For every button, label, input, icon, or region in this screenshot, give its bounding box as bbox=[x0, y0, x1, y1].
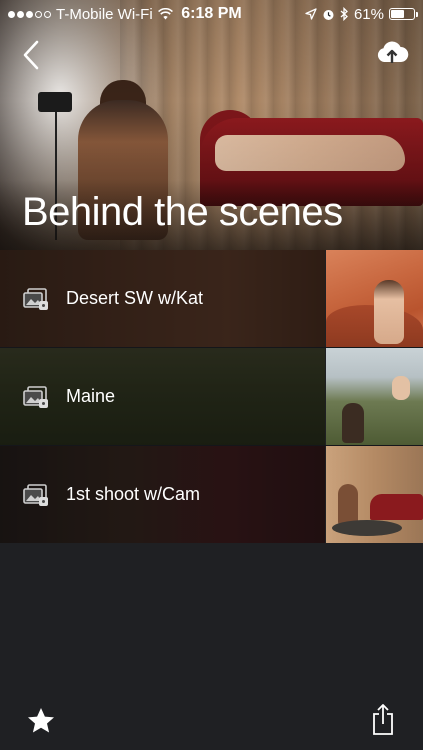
album-name: Maine bbox=[66, 386, 116, 406]
thumbnail-figure bbox=[342, 403, 364, 443]
chevron-left-icon bbox=[23, 40, 39, 70]
signal-dot bbox=[17, 10, 24, 18]
location-arrow-icon bbox=[305, 8, 317, 20]
battery-icon bbox=[389, 8, 418, 20]
status-bar: T-Mobile Wi-Fi 6:18 PM 61% bbox=[0, 0, 423, 28]
share-button[interactable] bbox=[370, 702, 396, 736]
bluetooth-icon bbox=[340, 7, 348, 21]
shared-album-icon bbox=[23, 484, 48, 506]
list-item[interactable]: 1st shoot w/Cam bbox=[0, 446, 423, 544]
thumbnail-figure bbox=[392, 376, 410, 400]
bottom-toolbar bbox=[0, 692, 423, 750]
signal-dot bbox=[44, 10, 51, 18]
signal-strength-icon bbox=[8, 10, 51, 18]
signal-dot bbox=[35, 10, 42, 18]
album-thumbnail bbox=[326, 250, 423, 347]
thumbnail-sofa bbox=[370, 494, 423, 520]
share-icon bbox=[373, 704, 393, 735]
album-name: Desert SW w/Kat bbox=[66, 288, 204, 308]
list-item[interactable]: Desert SW w/Kat bbox=[0, 250, 423, 348]
favorite-button[interactable] bbox=[26, 706, 56, 736]
back-button[interactable] bbox=[18, 38, 48, 72]
page-title: Behind the scenes bbox=[22, 190, 343, 234]
star-icon bbox=[28, 708, 54, 733]
battery-level bbox=[391, 10, 405, 18]
album-thumbnail bbox=[326, 348, 423, 445]
shared-album-icon bbox=[23, 288, 48, 310]
thumbnail-figure bbox=[374, 280, 404, 344]
album-list: Desert SW w/Kat Maine 1st shoot w/Cam bbox=[0, 250, 423, 544]
battery-percent: 61% bbox=[353, 5, 384, 23]
status-right: 61% bbox=[305, 5, 418, 23]
signal-dot bbox=[8, 10, 15, 18]
carrier-label: T-Mobile Wi-Fi bbox=[56, 5, 153, 23]
thumbnail-table bbox=[332, 520, 402, 536]
alarm-clock-icon bbox=[323, 9, 334, 20]
status-left: T-Mobile Wi-Fi bbox=[8, 6, 173, 23]
shared-album-icon bbox=[23, 386, 48, 408]
list-item[interactable]: Maine bbox=[0, 348, 423, 446]
album-thumbnail bbox=[326, 446, 423, 543]
status-time: 6:18 PM bbox=[181, 5, 242, 22]
signal-dot bbox=[26, 10, 33, 18]
cloud-upload-button[interactable] bbox=[375, 38, 409, 68]
album-name: 1st shoot w/Cam bbox=[66, 484, 201, 504]
wifi-icon bbox=[157, 8, 173, 20]
cloud-upload-icon bbox=[377, 41, 409, 63]
